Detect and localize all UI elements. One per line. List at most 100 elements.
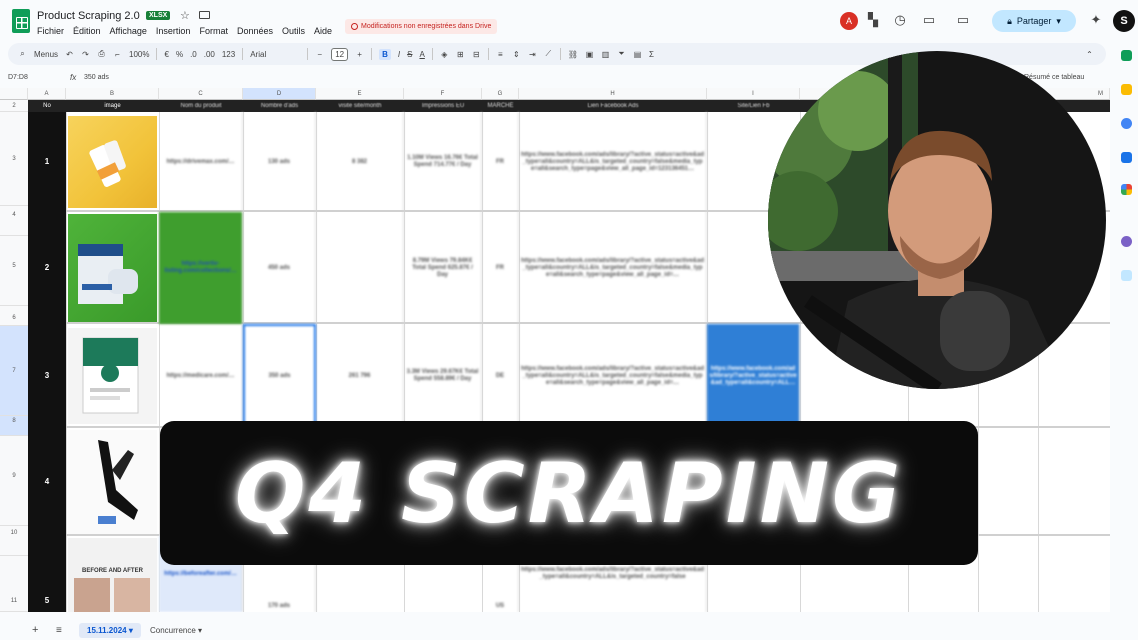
column-header-selected[interactable]: D — [243, 88, 316, 100]
ads-count-cell[interactable]: 450 ads — [243, 212, 316, 324]
document-title[interactable]: Product Scraping 2.0 — [37, 10, 140, 22]
row-number-cell[interactable]: 4 — [28, 428, 66, 536]
contacts-icon[interactable] — [1121, 152, 1132, 163]
product-image-4[interactable] — [68, 430, 157, 534]
menu-data[interactable]: Données — [237, 26, 273, 36]
header-cell[interactable]: Lien Facebook Ads — [519, 100, 707, 112]
tasks-icon[interactable] — [1121, 118, 1132, 129]
search-icon[interactable]: ⌕ — [18, 49, 27, 59]
impressions-cell[interactable]: 1.10M Views 16.76€ Total Spend 714.77€ /… — [404, 112, 482, 212]
header-cell[interactable]: Impressions EU — [404, 100, 482, 112]
insert-link-icon[interactable]: ⛓ — [568, 50, 578, 59]
row-number-cell[interactable]: 1 — [28, 112, 66, 212]
collaborator-avatar[interactable]: A — [840, 12, 858, 30]
product-name-cell[interactable]: https://drivemax.com/… — [159, 112, 243, 212]
product-image-5[interactable]: BEFORE AND AFTER — [68, 538, 157, 612]
sheet-tab[interactable]: Concurrence ▾ — [150, 626, 202, 635]
folder-icon[interactable] — [199, 11, 210, 19]
name-box[interactable]: D7:D8 — [8, 74, 28, 81]
bold-button[interactable]: B — [379, 48, 391, 60]
row-header[interactable]: 11 — [0, 556, 28, 612]
undo-icon[interactable]: ↶ — [65, 50, 74, 59]
all-sheets-button[interactable]: ≡ — [56, 625, 62, 636]
menus-search[interactable]: Menus — [34, 50, 58, 59]
print-icon[interactable]: ⎙ — [97, 49, 106, 59]
font-select[interactable]: Arial — [250, 50, 300, 59]
sparkle-icon[interactable]: ✦ — [1088, 12, 1104, 28]
market-cell[interactable]: FR — [482, 212, 519, 324]
decrease-font-size-button[interactable]: − — [315, 50, 324, 59]
product-image-2[interactable] — [68, 214, 157, 322]
redo-icon[interactable]: ↷ — [81, 50, 90, 59]
row-number-cell[interactable]: 2 — [28, 212, 66, 324]
column-header[interactable]: E — [316, 88, 404, 100]
column-header[interactable]: H — [519, 88, 707, 100]
menu-view[interactable]: Affichage — [110, 26, 147, 36]
product-image-3[interactable] — [68, 328, 157, 424]
extension-icon[interactable] — [1121, 270, 1132, 281]
row-header[interactable]: 7 — [0, 326, 28, 416]
column-header[interactable]: F — [404, 88, 482, 100]
collapse-toolbar-icon[interactable]: ⌃ — [1085, 50, 1094, 59]
share-button[interactable]: 🔒︎ Partager ▾ — [992, 10, 1076, 32]
visits-cell[interactable]: 261 796 — [316, 324, 404, 428]
product-name-cell[interactable]: https://vertiv-listing.com/collections/… — [159, 212, 243, 324]
row-header[interactable]: 5 — [0, 236, 28, 306]
header-cell[interactable]: visite site/month — [316, 100, 404, 112]
column-header[interactable]: B — [66, 88, 159, 100]
insert-comment-icon[interactable]: ▣ — [585, 50, 594, 59]
row-header[interactable]: 3 — [0, 112, 28, 206]
ad-link-cell[interactable]: https://www.facebook.com/ads/library/?ac… — [519, 324, 707, 428]
text-color-button[interactable]: A — [419, 50, 424, 59]
text-rotation-icon[interactable]: ⟋ — [544, 49, 553, 59]
row-header[interactable]: 10 — [0, 526, 28, 556]
summarize-table-button[interactable]: Résumé ce tableau — [1024, 74, 1084, 81]
formula-input[interactable]: 350 ads — [84, 74, 109, 81]
star-icon[interactable]: ☆ — [180, 9, 190, 22]
site-link-cell[interactable]: https://www.facebook.com/ads/library/?ac… — [707, 324, 800, 428]
strikethrough-button[interactable]: S — [407, 50, 412, 59]
fill-color-icon[interactable]: ◈ — [440, 50, 449, 59]
percent-format-button[interactable]: % — [176, 50, 183, 59]
header-cell[interactable]: image — [66, 100, 159, 112]
align-vertical-icon[interactable]: ⇕ — [512, 50, 521, 59]
currency-format-button[interactable]: € — [164, 50, 168, 59]
increase-font-size-button[interactable]: + — [355, 50, 364, 59]
italic-button[interactable]: I — [398, 50, 400, 59]
menu-help[interactable]: Aide — [314, 26, 332, 36]
header-cell[interactable]: Site/Lien Fb — [707, 100, 800, 112]
account-avatar[interactable]: S — [1113, 10, 1135, 32]
column-header[interactable]: A — [28, 88, 66, 100]
comment-icon[interactable]: ▭ — [921, 12, 937, 28]
merge-cells-icon[interactable]: ⊟ — [472, 50, 481, 59]
row-header[interactable]: 2 — [0, 100, 28, 112]
sheet-tab-active[interactable]: 15.11.2024 ▾ — [79, 623, 141, 638]
menu-insert[interactable]: Insertion — [156, 26, 191, 36]
menu-tools[interactable]: Outils — [282, 26, 305, 36]
text-wrap-icon[interactable]: ⇥ — [528, 50, 537, 59]
product-name-cell[interactable]: https://medicare.com/… — [159, 324, 243, 428]
market-cell[interactable]: FR — [482, 112, 519, 212]
menu-file[interactable]: Fichier — [37, 26, 64, 36]
ad-link-cell[interactable]: https://www.facebook.com/ads/library/?ac… — [519, 212, 707, 324]
zoom-select[interactable]: 100% — [129, 50, 149, 59]
header-cell[interactable]: Nom du produit — [159, 100, 243, 112]
header-cell[interactable]: Nombre d'ads — [243, 100, 316, 112]
keep-icon[interactable] — [1121, 84, 1132, 95]
maps-icon[interactable] — [1121, 184, 1132, 195]
row-number-cell[interactable]: 3 — [28, 324, 66, 428]
column-header[interactable]: G — [482, 88, 519, 100]
font-size-input[interactable]: 12 — [331, 47, 349, 61]
ads-count-cell[interactable]: 130 ads — [243, 112, 316, 212]
present-icon[interactable]: ▚ — [865, 12, 881, 28]
addon-icon[interactable] — [1121, 236, 1132, 247]
row-header[interactable]: 4 — [0, 206, 28, 236]
market-cell[interactable]: DE — [482, 324, 519, 428]
calendar-icon[interactable] — [1121, 50, 1132, 61]
video-call-icon[interactable]: ▭ — [955, 12, 971, 28]
insert-chart-icon[interactable]: ▥ — [601, 50, 610, 59]
product-image-1[interactable] — [68, 116, 157, 208]
sheets-logo-icon[interactable] — [12, 9, 30, 33]
decrease-decimal-button[interactable]: .0 — [190, 50, 197, 59]
align-horizontal-icon[interactable]: ≡ — [496, 50, 505, 59]
